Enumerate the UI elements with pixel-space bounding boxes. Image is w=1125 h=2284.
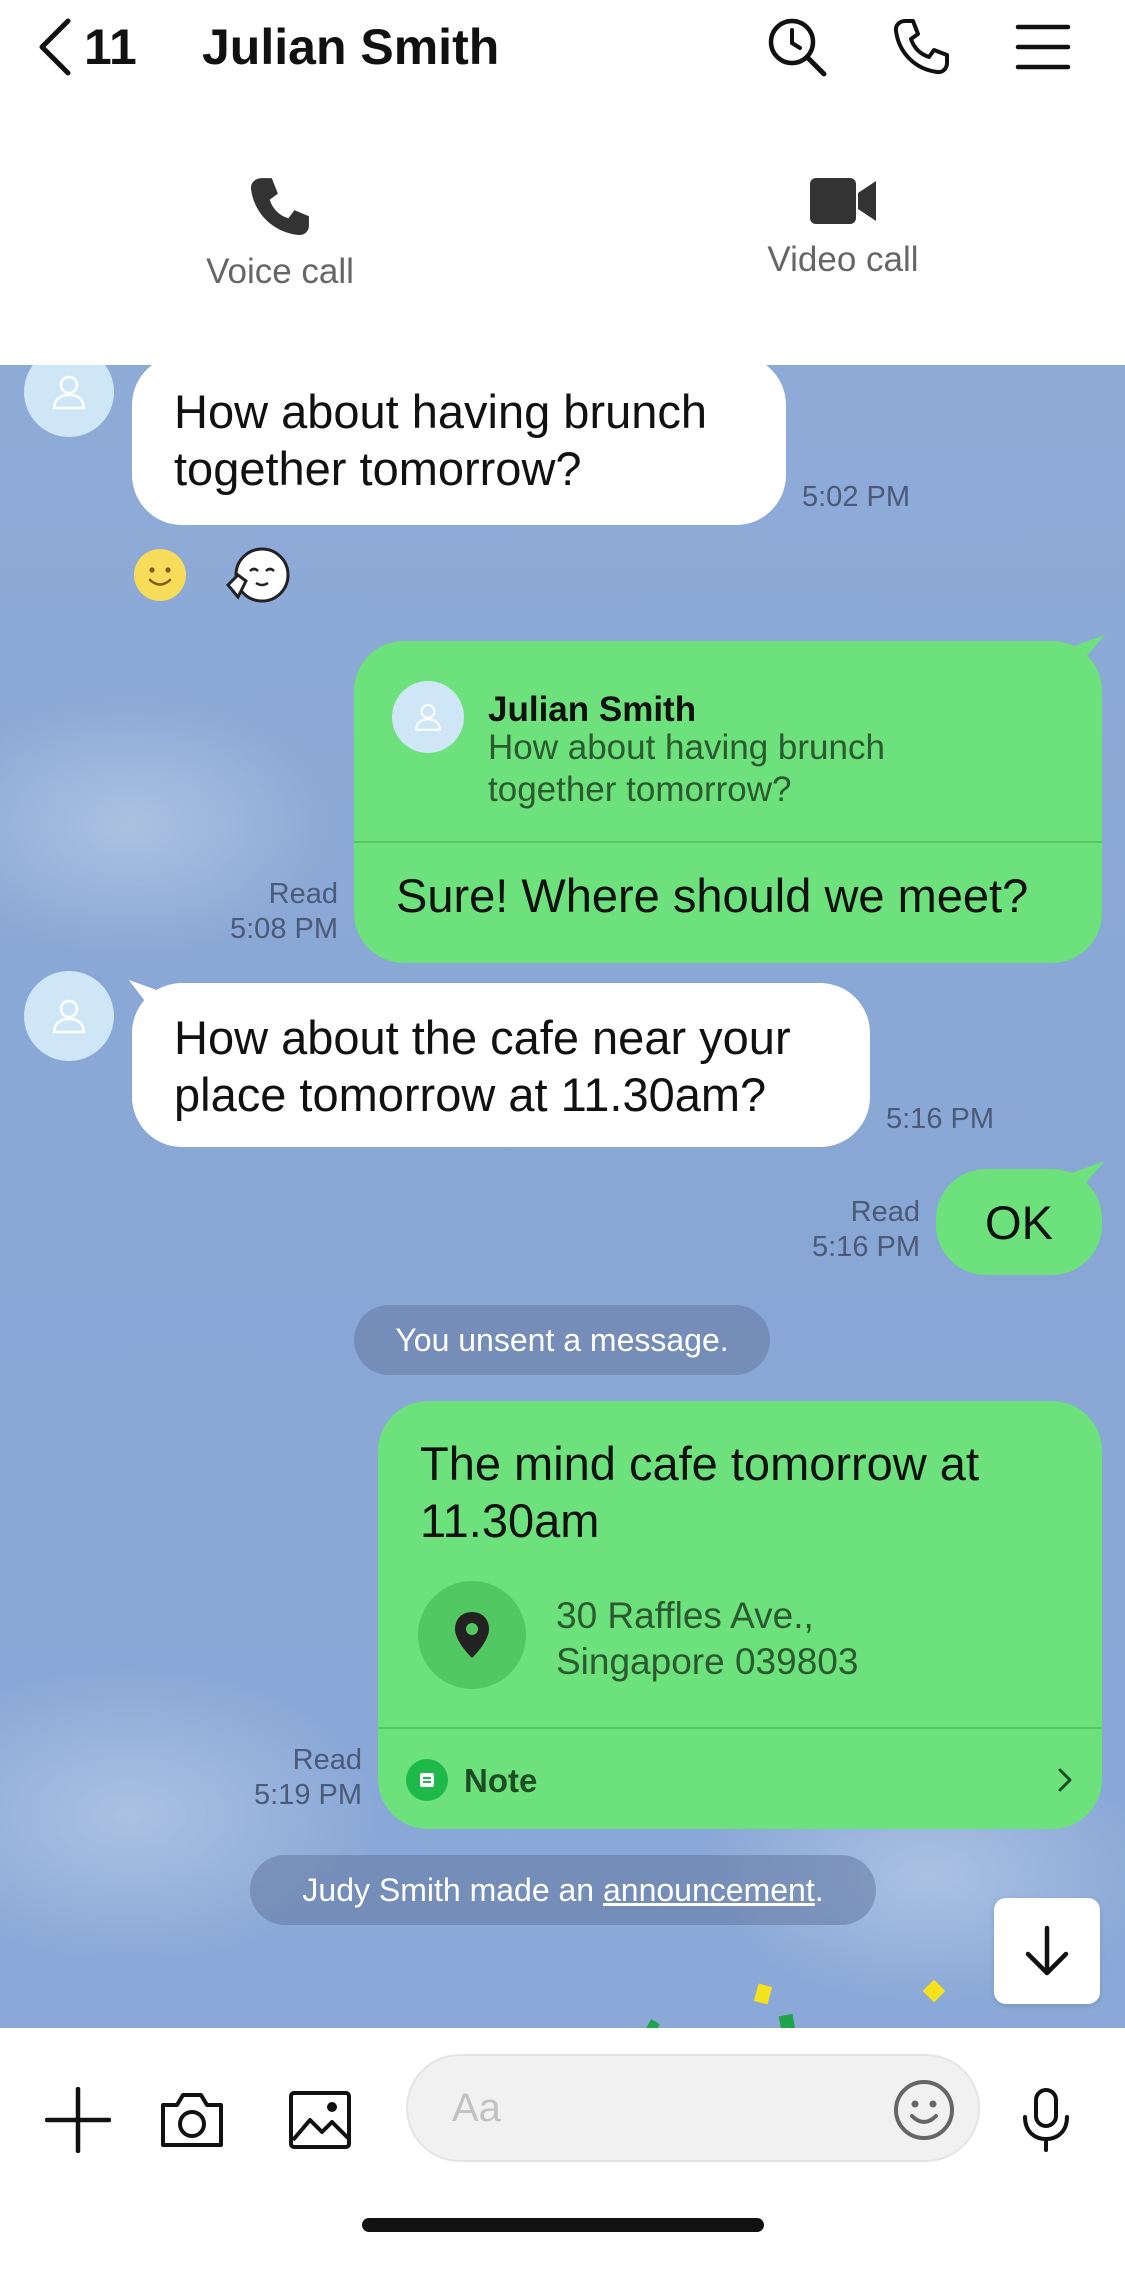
chat-header: 11 Julian Smith Voice call Video call <box>0 0 1125 365</box>
reaction-sticker[interactable] <box>224 545 290 610</box>
chevron-right-icon <box>1058 1768 1072 1792</box>
quote-text-line: How about having brunch <box>488 728 885 767</box>
message-time: 5:16 PM <box>812 1231 920 1263</box>
camera-button[interactable] <box>152 2080 232 2160</box>
confetti-piece <box>778 2013 796 2028</box>
chat-title: Julian Smith <box>202 19 500 75</box>
arrow-down-icon <box>1025 1925 1069 1976</box>
home-indicator[interactable] <box>362 2218 764 2232</box>
gallery-button[interactable] <box>280 2080 360 2160</box>
search-clock-icon <box>768 18 827 77</box>
confetti-piece <box>753 1983 773 2005</box>
add-button[interactable] <box>38 2080 118 2160</box>
menu-button[interactable] <box>1010 14 1076 80</box>
read-receipt: Read 5:16 PM <box>780 1195 920 1265</box>
note-title-line: The mind cafe tomorrow at <box>420 1437 979 1490</box>
message-bubble-incoming[interactable]: How about the cafe near your place tomor… <box>132 983 870 1147</box>
menu-icon <box>1015 24 1071 70</box>
message-time: 5:16 PM <box>886 1103 994 1135</box>
plus-icon <box>45 2087 111 2153</box>
message-text: OK <box>985 1195 1053 1249</box>
chat-area[interactable]: How about having brunch together tomorro… <box>0 365 1125 2028</box>
sticker-face-icon <box>225 547 290 603</box>
location-pin-icon <box>455 1612 489 1658</box>
divider <box>378 1727 1102 1729</box>
note-title-line: 11.30am <box>420 1494 600 1547</box>
message-time: 5:02 PM <box>802 481 910 513</box>
read-label: Read <box>292 1744 362 1776</box>
camera-icon <box>161 2093 223 2147</box>
microphone-icon <box>1023 2088 1069 2152</box>
quote-text: How about having brunch together tomorro… <box>488 727 928 811</box>
avatar[interactable] <box>24 971 114 1061</box>
read-receipt: Read 5:19 PM <box>220 1743 362 1813</box>
message-text-line: How about the cafe near your <box>174 1011 791 1064</box>
message-text-line: place tomorrow at 11.30am? <box>174 1068 767 1121</box>
announcement-suffix: . <box>814 1871 824 1908</box>
search-button[interactable] <box>764 14 830 80</box>
video-call-option[interactable]: Video call <box>703 176 983 280</box>
message-bubble-incoming[interactable]: How about having brunch together tomorro… <box>132 365 786 525</box>
video-call-label: Video call <box>767 240 919 279</box>
system-notice-unsent: You unsent a message. <box>354 1305 770 1375</box>
avatar[interactable] <box>24 365 114 437</box>
location-address[interactable]: 30 Raffles Ave., Singapore 039803 <box>556 1593 1036 1685</box>
emoji-button[interactable] <box>890 2076 958 2144</box>
phone-filled-icon <box>250 178 309 236</box>
emoji-icon <box>894 2080 954 2140</box>
message-bubble-outgoing[interactable]: OK <box>936 1169 1102 1275</box>
smile-emoji-icon <box>134 549 186 601</box>
read-receipt: Read 5:08 PM <box>200 877 338 947</box>
chevron-left-icon <box>39 18 71 76</box>
message-time: 5:19 PM <box>254 1779 362 1811</box>
call-button[interactable] <box>888 14 954 80</box>
system-notice-announcement: Judy Smith made an announcement . <box>250 1855 876 1925</box>
note-title: The mind cafe tomorrow at 11.30am <box>420 1435 1040 1549</box>
message-input-bar: Aa <box>0 2028 1125 2284</box>
location-note-bubble[interactable]: The mind cafe tomorrow at 11.30am 30 Raf… <box>378 1401 1102 1829</box>
image-icon <box>289 2091 351 2149</box>
note-link[interactable]: Note <box>406 1745 1074 1815</box>
message-time: 5:08 PM <box>230 913 338 945</box>
quote-avatar <box>392 681 464 753</box>
voice-message-button[interactable] <box>1006 2080 1086 2160</box>
announcement-text: Judy Smith made an <box>302 1871 603 1908</box>
user-icon <box>52 375 86 410</box>
read-label: Read <box>850 1196 920 1228</box>
video-camera-icon <box>810 178 876 224</box>
voice-call-label: Voice call <box>206 252 354 291</box>
location-pin-button[interactable] <box>418 1581 526 1689</box>
quote-text-line: together tomorrow? <box>488 770 792 809</box>
confetti-piece <box>646 2019 660 2028</box>
announcement-link[interactable]: announcement <box>603 1872 815 1909</box>
read-label: Read <box>268 878 338 910</box>
user-icon <box>414 704 442 731</box>
address-line: Singapore 039803 <box>556 1641 859 1682</box>
divider <box>354 841 1102 843</box>
voice-call-option[interactable]: Voice call <box>140 176 420 292</box>
address-line: 30 Raffles Ave., <box>556 1595 814 1636</box>
message-text: Sure! Where should we meet? <box>396 869 1029 922</box>
scroll-to-bottom-button[interactable] <box>994 1898 1100 2004</box>
phone-icon <box>893 19 949 75</box>
reply-message-bubble[interactable]: Julian Smith How about having brunch tog… <box>354 641 1102 963</box>
note-icon <box>406 1759 448 1801</box>
note-label: Note <box>464 1761 538 1799</box>
message-text-line: How about having brunch <box>174 385 708 438</box>
message-text-line: together tomorrow? <box>174 442 582 495</box>
unread-count: 11 <box>84 19 137 75</box>
user-icon <box>52 999 86 1034</box>
back-button[interactable]: 11 <box>36 14 137 80</box>
reaction-emoji[interactable] <box>132 547 188 608</box>
